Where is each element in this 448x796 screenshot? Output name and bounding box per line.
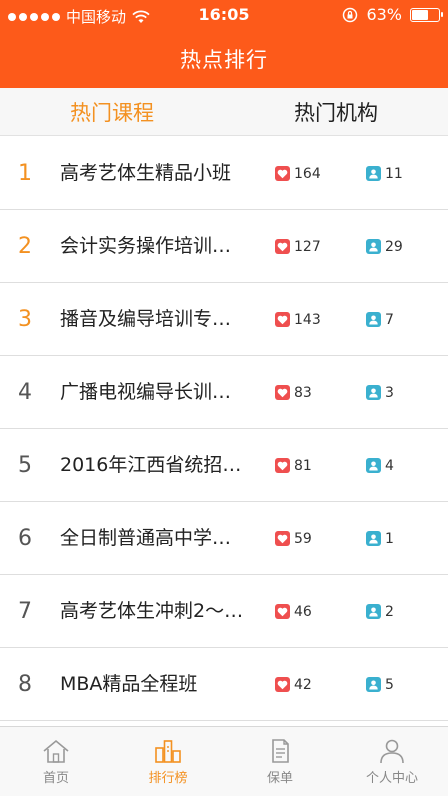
users-count: 1 <box>385 530 394 547</box>
person-icon <box>366 604 381 619</box>
likes-count: 46 <box>294 603 312 620</box>
users-stat: 11 <box>366 137 403 210</box>
list-item[interactable]: 3 播音及编导培训专… 143 7 <box>0 283 448 356</box>
person-icon <box>366 677 381 692</box>
likes-count: 164 <box>294 165 321 182</box>
likes-stat: 127 <box>275 210 321 283</box>
page-title: 热点排行 <box>180 48 268 72</box>
course-title: 高考艺体生精品小班 <box>60 162 232 184</box>
users-stat: 29 <box>366 210 403 283</box>
person-icon <box>366 312 381 327</box>
heart-icon <box>275 677 290 692</box>
tabbar-item-ranking[interactable]: 排行榜 <box>112 727 224 796</box>
users-count: 4 <box>385 457 394 474</box>
course-title: MBA精品全程班 <box>60 673 198 695</box>
heart-icon <box>275 604 290 619</box>
battery-percent: 63% <box>366 5 402 24</box>
tab-hot-institutions[interactable]: 热门机构 <box>224 88 448 135</box>
users-stat: 7 <box>366 283 394 356</box>
heart-icon <box>275 166 290 181</box>
rank-number: 2 <box>18 234 32 259</box>
likes-count: 42 <box>294 676 312 693</box>
course-title: 广播电视编导长训… <box>60 381 232 403</box>
users-count: 3 <box>385 384 394 401</box>
likes-count: 127 <box>294 238 321 255</box>
likes-stat: 59 <box>275 502 312 575</box>
tabbar-label-ranking: 排行榜 <box>148 770 188 786</box>
tabbar-label-profile: 个人中心 <box>365 770 418 786</box>
course-title: 高考艺体生冲刺2～… <box>60 600 244 622</box>
likes-stat: 42 <box>275 648 312 721</box>
ranking-icon <box>155 739 181 763</box>
users-stat: 4 <box>366 429 394 502</box>
tabbar-item-profile[interactable]: 个人中心 <box>336 727 448 796</box>
home-icon <box>43 739 69 763</box>
likes-count: 59 <box>294 530 312 547</box>
users-stat: 5 <box>366 648 394 721</box>
users-stat: 1 <box>366 502 394 575</box>
list-item[interactable]: 7 高考艺体生冲刺2～… 46 2 <box>0 575 448 648</box>
course-title: 播音及编导培训专… <box>60 308 232 330</box>
heart-icon <box>275 385 290 400</box>
status-right: 63% <box>342 5 443 24</box>
likes-count: 83 <box>294 384 312 401</box>
course-title: 2016年江西省统招… <box>60 454 242 476</box>
person-icon <box>366 458 381 473</box>
rank-number: 6 <box>18 526 32 551</box>
users-stat: 2 <box>366 575 394 648</box>
users-count: 29 <box>385 238 403 255</box>
ranking-list: 1 高考艺体生精品小班 164 11 2 会计实务操作培训… 127 29 3 播音及编导培训专…… <box>0 137 448 721</box>
ranking-tabs: 热门课程 热门机构 <box>0 88 448 136</box>
users-count: 7 <box>385 311 394 328</box>
list-item[interactable]: 2 会计实务操作培训… 127 29 <box>0 210 448 283</box>
tabbar-label-policy: 保单 <box>266 770 293 786</box>
likes-stat: 164 <box>275 137 321 210</box>
rank-number: 1 <box>18 161 32 186</box>
list-item[interactable]: 4 广播电视编导长训… 83 3 <box>0 356 448 429</box>
list-item[interactable]: 8 MBA精品全程班 42 5 <box>0 648 448 721</box>
heart-icon <box>275 239 290 254</box>
course-title: 全日制普通高中学… <box>60 527 232 549</box>
rank-number: 4 <box>18 380 32 405</box>
battery-icon <box>410 7 443 22</box>
heart-icon <box>275 531 290 546</box>
likes-stat: 81 <box>275 429 312 502</box>
likes-stat: 83 <box>275 356 312 429</box>
list-item[interactable]: 5 2016年江西省统招… 81 4 <box>0 429 448 502</box>
users-count: 11 <box>385 165 403 182</box>
app-header: 中国移动 16:05 63% 热点排行 <box>0 0 448 88</box>
profile-icon <box>380 739 404 763</box>
likes-count: 81 <box>294 457 312 474</box>
rank-number: 7 <box>18 599 32 624</box>
users-count: 5 <box>385 676 394 693</box>
person-icon <box>366 385 381 400</box>
users-stat: 3 <box>366 356 394 429</box>
person-icon <box>366 239 381 254</box>
course-title: 会计实务操作培训… <box>60 235 232 257</box>
likes-stat: 143 <box>275 283 321 356</box>
users-count: 2 <box>385 603 394 620</box>
likes-count: 143 <box>294 311 321 328</box>
bottom-tab-bar: 首页 排行榜 保单 个人中心 <box>0 726 448 796</box>
tabbar-item-policy[interactable]: 保单 <box>224 727 336 796</box>
rank-number: 8 <box>18 672 32 697</box>
person-icon <box>366 531 381 546</box>
tabbar-item-home[interactable]: 首页 <box>0 727 112 796</box>
status-bar: 中国移动 16:05 63% <box>0 0 448 32</box>
person-icon <box>366 166 381 181</box>
document-icon <box>272 738 289 763</box>
tab-hot-courses[interactable]: 热门课程 <box>0 88 224 135</box>
heart-icon <box>275 458 290 473</box>
rank-number: 3 <box>18 307 32 332</box>
tabbar-label-home: 首页 <box>42 770 69 786</box>
heart-icon <box>275 312 290 327</box>
likes-stat: 46 <box>275 575 312 648</box>
rank-number: 5 <box>18 453 32 478</box>
list-item[interactable]: 6 全日制普通高中学… 59 1 <box>0 502 448 575</box>
list-item[interactable]: 1 高考艺体生精品小班 164 11 <box>0 137 448 210</box>
rotation-lock-icon <box>343 7 358 22</box>
